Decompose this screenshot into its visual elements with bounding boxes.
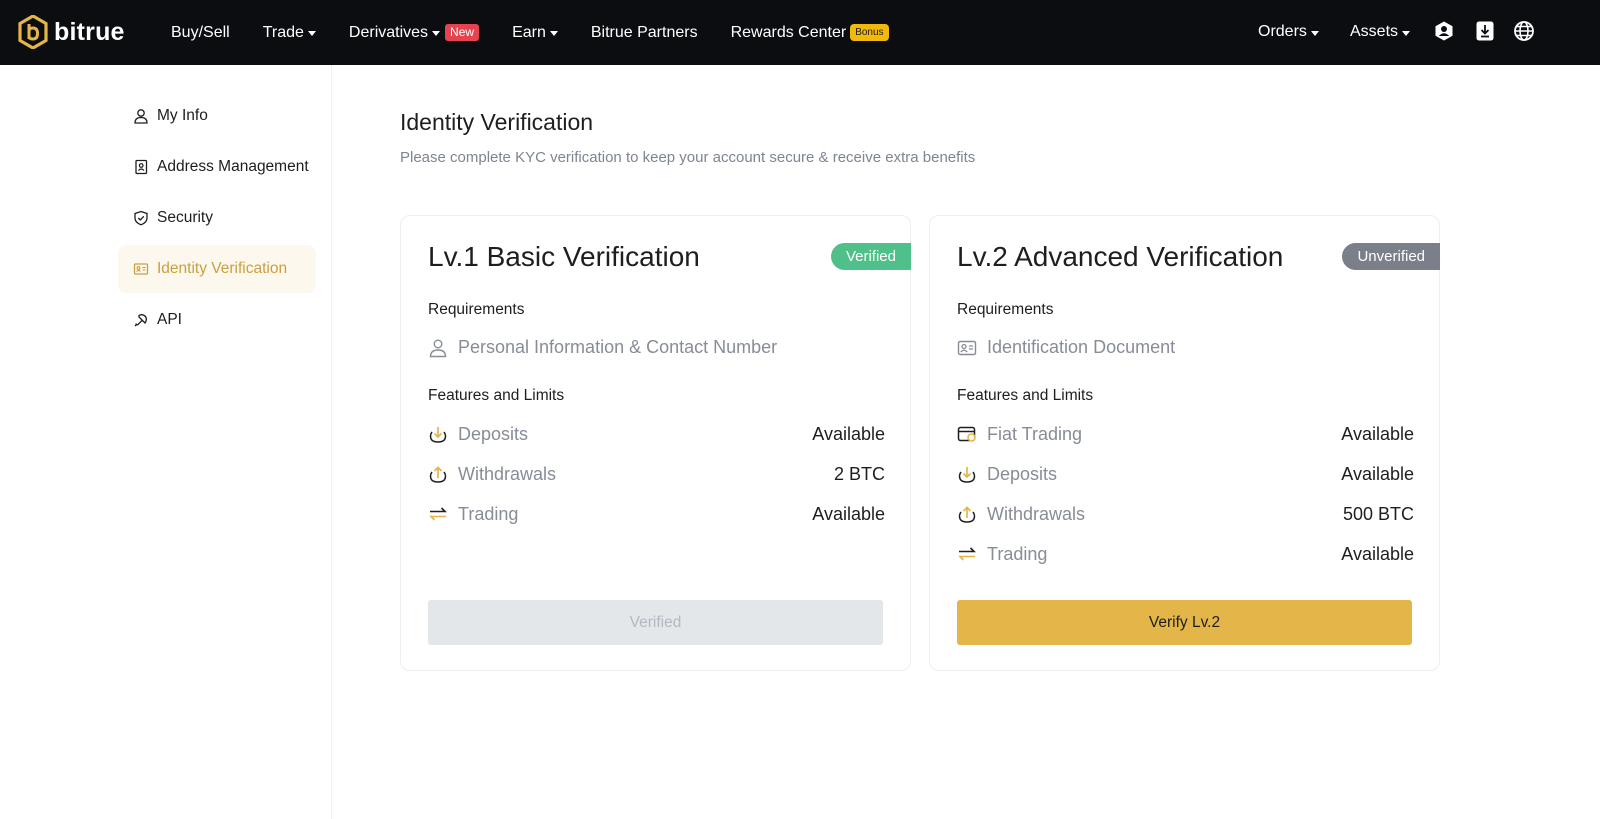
nav-earn[interactable]: Earn xyxy=(512,24,558,42)
sidebar-item-label: API xyxy=(157,311,182,328)
verification-card-lv1: Lv.1 Basic Verification Verified Require… xyxy=(400,215,911,671)
requirement-text: Personal Information & Contact Number xyxy=(458,337,778,357)
main-nav: Buy/Sell Trade Derivatives New Earn Bitr… xyxy=(171,0,922,65)
sidebar-item-label: Address Management xyxy=(157,158,309,175)
nav-label: Orders xyxy=(1258,23,1307,40)
requirement-item: Identification Document xyxy=(957,337,1175,358)
api-plug-icon xyxy=(134,314,148,327)
caret-down-icon xyxy=(549,31,558,36)
feature-value: Available xyxy=(1341,543,1414,564)
feature-name: Fiat Trading xyxy=(987,423,1083,444)
feature-row: Trading Available xyxy=(957,542,1414,566)
requirements-label: Requirements xyxy=(957,301,1054,318)
sidebar-item-label: Security xyxy=(157,209,213,226)
feature-value: 500 BTC xyxy=(1342,503,1414,524)
page-title: Identity Verification xyxy=(400,109,594,135)
id-document-icon xyxy=(957,340,977,355)
sidebar-item-address-management[interactable]: Address Management xyxy=(118,143,316,191)
features-label: Features and Limits xyxy=(957,387,1094,404)
id-card-icon xyxy=(133,263,149,275)
feature-row: Fiat Trading Available xyxy=(957,422,1414,446)
feature-value: Available xyxy=(812,503,885,524)
globe-icon[interactable] xyxy=(1513,20,1535,42)
nav-label: Buy/Sell xyxy=(171,23,230,41)
card-title: Lv.1 Basic Verification xyxy=(428,241,700,272)
bitrue-logo-icon xyxy=(18,15,48,49)
verified-button: Verified xyxy=(428,600,883,645)
deposit-icon xyxy=(958,467,976,483)
withdraw-icon xyxy=(958,506,976,523)
feature-name: Deposits xyxy=(987,463,1058,484)
feature-name: Withdrawals xyxy=(987,503,1086,524)
bonus-badge: Bonus xyxy=(850,24,889,41)
caret-down-icon xyxy=(432,31,441,36)
sidebar-item-identity-verification[interactable]: Identity Verification xyxy=(118,245,316,293)
status-badge: Unverified xyxy=(1342,243,1440,270)
feature-row: Withdrawals 2 BTC xyxy=(428,462,885,486)
nav-label: Rewards Center xyxy=(730,23,847,41)
user-icon xyxy=(429,339,447,357)
feature-row: Deposits Available xyxy=(957,462,1414,486)
nav-trade[interactable]: Trade xyxy=(263,24,316,42)
feature-value: Available xyxy=(1341,423,1414,444)
sidebar-item-my-info[interactable]: My Info xyxy=(118,92,316,140)
feature-row: Deposits Available xyxy=(428,422,885,446)
caret-down-icon xyxy=(307,31,316,36)
status-badge: Verified xyxy=(830,243,911,270)
caret-down-icon xyxy=(1310,30,1319,36)
sidebar-item-security[interactable]: Security xyxy=(118,194,316,242)
sidebar-item-label: My Info xyxy=(157,107,208,124)
nav-rewards-center[interactable]: Rewards Center Bonus xyxy=(731,24,889,42)
nav-buy-sell[interactable]: Buy/Sell xyxy=(171,24,230,42)
requirement-text: Identification Document xyxy=(987,337,1176,357)
caret-down-icon xyxy=(1402,30,1411,36)
feature-row: Withdrawals 500 BTC xyxy=(957,502,1414,526)
feature-value: Available xyxy=(812,423,885,444)
nav-orders[interactable]: Orders xyxy=(1258,23,1319,41)
trade-arrows-icon xyxy=(958,547,976,561)
sidebar-item-label: Identity Verification xyxy=(157,260,288,277)
nav-derivatives[interactable]: Derivatives New xyxy=(348,23,480,42)
verification-card-lv2: Lv.2 Advanced Verification Unverified Re… xyxy=(929,215,1440,671)
features-label: Features and Limits xyxy=(428,387,565,404)
feature-row: Trading Available xyxy=(428,502,885,526)
user-icon xyxy=(134,109,148,124)
nav-label: Bitrue Partners xyxy=(590,23,698,41)
fiat-card-icon xyxy=(957,426,976,442)
user-circle-icon[interactable] xyxy=(1433,20,1455,42)
verify-lv2-button[interactable]: Verify Lv.2 xyxy=(957,600,1412,645)
deposit-icon xyxy=(429,427,447,443)
requirements-label: Requirements xyxy=(428,301,525,318)
shield-check-icon xyxy=(134,210,148,226)
top-navigation-bar: bitrue Buy/Sell Trade Derivatives New Ea… xyxy=(0,0,1600,65)
brand-logo[interactable]: bitrue xyxy=(18,15,125,49)
nav-label: Trade xyxy=(262,23,304,41)
feature-name: Trading xyxy=(987,543,1048,564)
feature-name: Trading xyxy=(458,503,519,524)
nav-label: Earn xyxy=(512,23,546,41)
requirement-item: Personal Information & Contact Number xyxy=(428,337,777,358)
card-title: Lv.2 Advanced Verification xyxy=(957,241,1284,272)
nav-assets[interactable]: Assets xyxy=(1350,23,1411,41)
address-book-icon xyxy=(135,159,148,175)
brand-name: bitrue xyxy=(54,17,125,46)
feature-value: Available xyxy=(1341,463,1414,484)
nav-label: Assets xyxy=(1350,23,1399,40)
nav-bitrue-partners[interactable]: Bitrue Partners xyxy=(591,24,698,42)
page-subtitle: Please complete KYC verification to keep… xyxy=(400,149,976,166)
withdraw-icon xyxy=(429,466,447,483)
trade-arrows-icon xyxy=(429,507,447,521)
feature-name: Withdrawals xyxy=(458,463,557,484)
feature-name: Deposits xyxy=(458,423,529,444)
account-sidebar: My Info Address Management Security Iden… xyxy=(0,65,332,819)
new-badge: New xyxy=(445,24,480,41)
nav-label: Derivatives xyxy=(348,23,429,41)
download-icon[interactable] xyxy=(1474,20,1496,42)
feature-value: 2 BTC xyxy=(833,463,885,484)
sidebar-item-api[interactable]: API xyxy=(118,296,316,344)
